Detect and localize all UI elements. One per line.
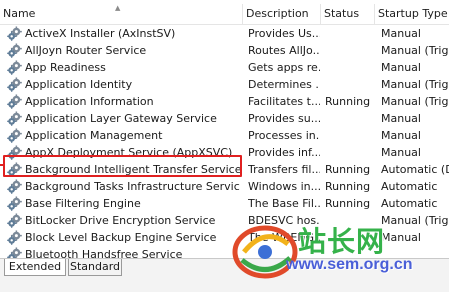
service-status [325, 59, 377, 76]
service-row[interactable]: ActiveX Installer (AxInstSV) Provides Us.… [0, 25, 449, 42]
tab-standard[interactable]: Standard [68, 259, 122, 276]
service-description: Gets apps re... [248, 61, 320, 74]
service-status: Running [325, 180, 371, 193]
column-header-description-label: Description [246, 7, 309, 20]
service-name: Application Information [25, 95, 154, 108]
service-name: Bluetooth Handsfree Service [25, 248, 183, 258]
service-description: Routes AllJo... [248, 44, 320, 57]
service-startup-type: Manual [381, 146, 421, 159]
service-row[interactable]: Base Filtering Engine The Base Fil... Runn… [0, 195, 449, 212]
service-description: Processes in... [248, 129, 320, 142]
service-row[interactable]: Application Information Facilitates t... R… [0, 93, 449, 110]
service-name: Application Layer Gateway Service [25, 112, 217, 125]
service-status [325, 76, 377, 93]
service-name: Base Filtering Engine [25, 197, 141, 210]
sort-ascending-icon: ▲ [115, 4, 121, 12]
service-gear-icon [7, 94, 22, 109]
tab-extended[interactable]: Extended [4, 259, 66, 276]
service-startup-type: Manual [381, 129, 421, 142]
service-name: Block Level Backup Engine Service [25, 231, 217, 244]
service-description: Transfers fil... [248, 163, 320, 176]
service-startup-type: Manual [381, 27, 421, 40]
watermark: 站长网 www.sem.org.cn [232, 224, 449, 286]
service-startup-type: Automatic [381, 180, 438, 193]
service-startup-type: Manual (Trig... [381, 95, 449, 108]
column-header-status-label: Status [324, 7, 360, 20]
service-gear-icon [7, 179, 22, 194]
column-header-startup-type[interactable]: Startup Type [375, 4, 449, 24]
services-window: Name ▲ Description Status Startup Type A… [0, 0, 449, 292]
service-startup-type: Automatic (D... [381, 163, 449, 176]
column-header-bar: Name ▲ Description Status Startup Type [0, 4, 449, 25]
highlight-pointer [0, 164, 5, 166]
service-status [325, 144, 377, 161]
service-description: Facilitates t... [248, 95, 320, 108]
service-gear-icon [7, 77, 22, 92]
service-row[interactable]: Background Tasks Infrastructure Service W… [0, 178, 449, 195]
service-startup-type: Manual (Trig... [381, 44, 449, 57]
service-gear-icon [7, 213, 22, 228]
service-description: Provides su... [248, 112, 320, 125]
service-name: Background Tasks Infrastructure Service [25, 180, 240, 193]
column-header-name[interactable]: Name [0, 4, 243, 24]
highlight-box [3, 155, 242, 177]
service-startup-type: Manual (Trig... [381, 78, 449, 91]
service-status: Running [325, 95, 371, 108]
service-gear-icon [7, 128, 22, 143]
service-name: App Readiness [25, 61, 106, 74]
watermark-chinese-text: 站长网 [298, 225, 386, 258]
service-status: Running [325, 163, 371, 176]
service-row[interactable]: Application Layer Gateway Service Provide… [0, 110, 449, 127]
service-gear-icon [7, 26, 22, 41]
service-name: BitLocker Drive Encryption Service [25, 214, 216, 227]
service-status [325, 127, 377, 144]
service-name: Application Management [25, 129, 163, 142]
service-row[interactable]: Application Identity Determines ... Manual… [0, 76, 449, 93]
watermark-url: www.sem.org.cn [286, 256, 413, 273]
service-startup-type: Manual [381, 112, 421, 125]
service-description: Provides inf... [248, 146, 320, 159]
service-description: Provides Us... [248, 27, 320, 40]
column-header-status[interactable]: Status [321, 4, 375, 24]
service-description: Windows in... [248, 180, 320, 193]
service-description: Determines ... [248, 78, 320, 91]
service-gear-icon [7, 230, 22, 245]
tab-extended-label: Extended [8, 260, 62, 273]
column-header-description[interactable]: Description [243, 4, 321, 24]
service-name: AllJoyn Router Service [25, 44, 147, 57]
service-gear-icon [7, 247, 22, 258]
service-gear-icon [7, 111, 22, 126]
service-name: Application Identity [25, 78, 133, 91]
service-startup-type: Automatic [381, 197, 438, 210]
service-row[interactable]: Application Management Processes in... Man… [0, 127, 449, 144]
service-name: ActiveX Installer (AxInstSV) [25, 27, 176, 40]
tab-standard-label: Standard [69, 260, 121, 273]
service-row[interactable]: AllJoyn Router Service Routes AllJo... Man… [0, 42, 449, 59]
service-gear-icon [7, 43, 22, 58]
service-gear-icon [7, 60, 22, 75]
service-startup-type: Manual [381, 61, 421, 74]
service-description: The Base Fil... [248, 197, 320, 210]
column-header-name-label: Name [3, 7, 36, 20]
column-header-startup-type-label: Startup Type [378, 7, 448, 20]
service-status [325, 25, 377, 42]
service-row[interactable]: App Readiness Gets apps re... Manual [0, 59, 449, 76]
service-status [325, 110, 377, 127]
service-status: Running [325, 197, 371, 210]
service-gear-icon [7, 196, 22, 211]
service-status [325, 42, 377, 59]
